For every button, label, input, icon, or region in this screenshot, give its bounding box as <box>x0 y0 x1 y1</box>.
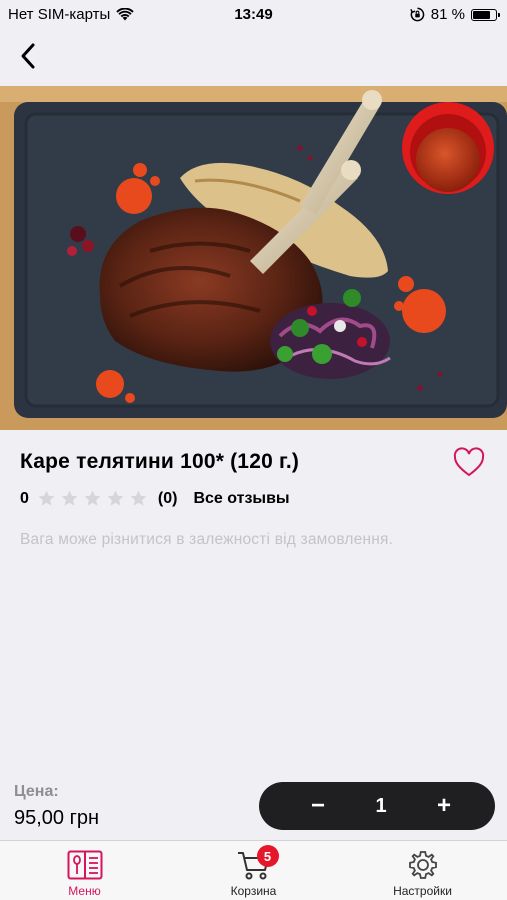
status-bar: Нет SIM-карты 13:49 81 % <box>0 0 507 28</box>
price-label: Цена: <box>14 783 59 800</box>
star-icon <box>107 490 124 506</box>
price-block: Цена: 95,00 грн <box>14 783 99 830</box>
battery-percent: 81 % <box>430 6 465 23</box>
battery-icon <box>471 8 500 21</box>
back-button[interactable] <box>8 36 48 76</box>
product-image <box>0 86 507 430</box>
reviews-count: (0) <box>157 489 178 507</box>
weight-note: Вага може різнитися в залежності від зам… <box>20 531 394 548</box>
rating-stars <box>37 489 148 508</box>
star-icon <box>61 490 78 506</box>
gear-icon <box>408 851 437 879</box>
tab-menu-label: Меню <box>68 884 101 898</box>
title-row: Каре телятини 100* (120 г.) <box>20 447 490 477</box>
status-right-group: 81 % <box>410 6 500 23</box>
quantity-value: 1 <box>375 794 387 817</box>
battery-fill <box>473 10 490 19</box>
tab-menu[interactable]: Меню <box>0 841 169 900</box>
star-icon <box>84 490 101 506</box>
favorite-button[interactable] <box>452 446 488 482</box>
product-title: Каре телятини 100* (120 г.) <box>20 450 300 473</box>
quantity-stepper: − 1 + <box>259 782 495 830</box>
all-reviews-link[interactable]: Все отзывы <box>193 490 289 508</box>
orientation-lock-icon <box>410 7 425 22</box>
nav-bar <box>0 28 507 86</box>
star-icon <box>38 490 55 506</box>
cart-badge: 5 <box>256 845 279 867</box>
tab-bar: Меню 5 Корзина Настройки <box>0 840 507 900</box>
heart-outline-icon <box>453 447 485 477</box>
menu-book-icon <box>67 850 102 880</box>
tab-settings-label: Настройки <box>393 884 452 898</box>
decrease-quantity-button[interactable]: − <box>305 792 331 820</box>
price-value: 95,00 грн <box>14 807 100 829</box>
tab-cart[interactable]: 5 Корзина <box>169 841 338 900</box>
tab-settings[interactable]: Настройки <box>338 841 507 900</box>
star-icon <box>130 490 147 506</box>
rating-value: 0 <box>20 489 29 507</box>
increase-quantity-button[interactable]: + <box>431 792 457 820</box>
chevron-left-icon <box>21 43 35 69</box>
tab-cart-label: Корзина <box>230 884 277 898</box>
rating-row: 0 (0) Все отзывы <box>20 489 290 508</box>
